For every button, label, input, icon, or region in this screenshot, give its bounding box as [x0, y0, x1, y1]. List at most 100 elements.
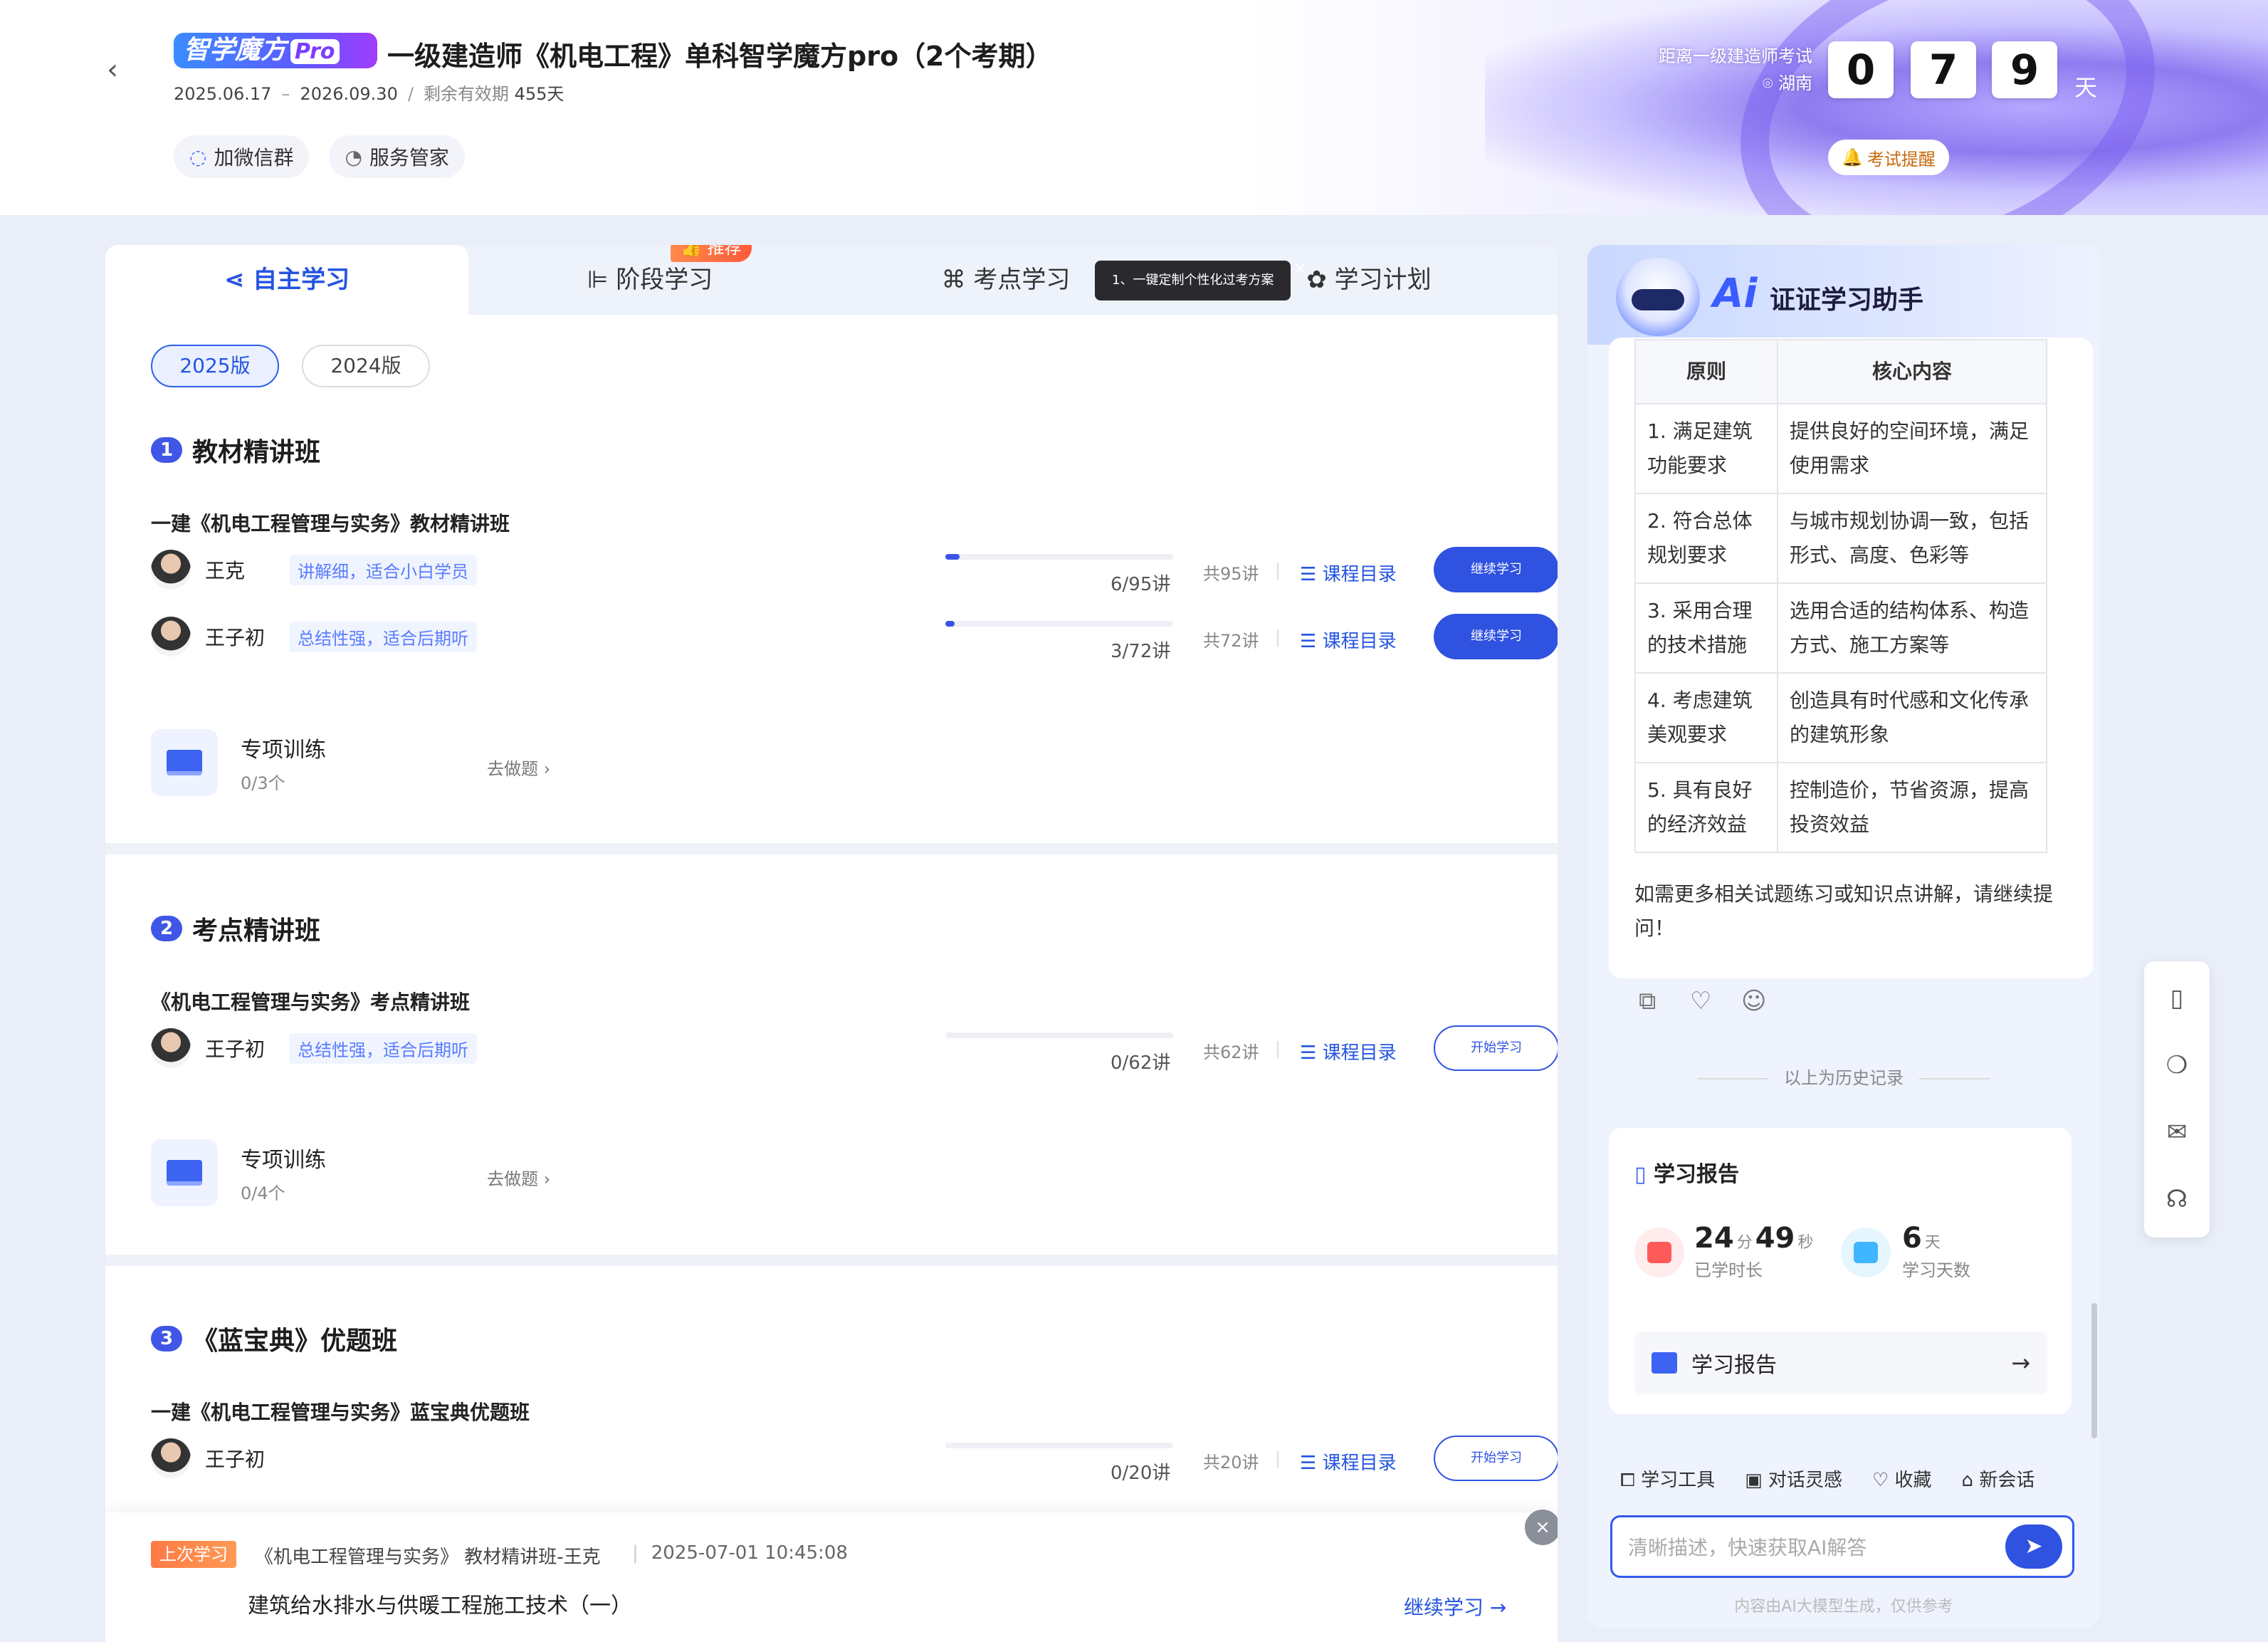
- teacher-name: 王克: [205, 559, 246, 582]
- course-catalog-link[interactable]: ☰ 课程目录: [1300, 560, 1397, 586]
- plan-icon: ✿: [1306, 266, 1327, 294]
- list-icon: ☰: [1300, 1453, 1317, 1474]
- dialog-ideas-button[interactable]: ▣ 对话灵感: [1745, 1465, 1842, 1492]
- teacher-tag: 总结性强，适合后期听: [289, 1032, 477, 1064]
- course-catalog-link[interactable]: ☰ 课程目录: [1300, 1448, 1397, 1475]
- recommend-badge: 👍 推荐: [671, 245, 752, 262]
- go-practice-link[interactable]: 去做题 ›: [487, 1165, 550, 1190]
- assistant-header: Ai 证证学习助手: [1587, 245, 2100, 345]
- support-icon[interactable]: ☊: [2161, 1183, 2193, 1215]
- history-divider: 以上为历史记录: [1587, 1064, 2100, 1089]
- laptop-icon: [151, 729, 218, 796]
- version-2024-button[interactable]: 2024版: [302, 345, 430, 387]
- tab-self-study[interactable]: ⋖ 自主学习: [105, 245, 468, 315]
- course-catalog-link[interactable]: ☰ 课程目录: [1300, 627, 1397, 653]
- avatar: [151, 1438, 191, 1478]
- study-duration-stat: 24 分 49 秒 已学时长: [1694, 1222, 1814, 1280]
- new-session-button[interactable]: ⌂ 新会话: [1962, 1465, 2035, 1492]
- section-header: 3 《蓝宝典》优题班: [151, 1320, 397, 1357]
- chat-bubble-icon: ◌: [189, 145, 207, 169]
- teacher-name: 王子初: [205, 1448, 266, 1471]
- ai-disclaimer: 内容由AI大模型生成，仅供参考: [1734, 1598, 1953, 1616]
- robot-avatar-icon: [1616, 258, 1700, 336]
- teacher-name: 王子初: [205, 1037, 266, 1061]
- document-icon: ▯: [1634, 1162, 1647, 1187]
- list-icon: ☰: [1300, 564, 1317, 585]
- special-training[interactable]: 专项训练 0/3个: [151, 729, 326, 796]
- last-study-continue-link[interactable]: 继续学习 →: [1404, 1592, 1506, 1621]
- send-icon[interactable]: ➤: [2005, 1525, 2062, 1569]
- section-header: 1 教材精讲班: [151, 432, 320, 469]
- tab-stage-study[interactable]: ⊫ 阶段学习: [468, 245, 831, 315]
- heart-icon[interactable]: ♡: [1690, 987, 1711, 1015]
- back-chevron-icon[interactable]: ‹: [107, 56, 135, 84]
- tablet-icon[interactable]: ▯: [2161, 983, 2193, 1014]
- bars-icon: ⊫: [587, 266, 609, 294]
- mail-icon[interactable]: ✉: [2161, 1117, 2193, 1148]
- teacher-tag: 总结性强，适合后期听: [289, 621, 477, 652]
- gift-icon: ⌂: [1961, 1470, 1974, 1491]
- version-2025-button[interactable]: 2025版: [151, 345, 279, 387]
- video-icon: [1634, 1228, 1684, 1277]
- start-study-button[interactable]: 开始学习: [1434, 1436, 1558, 1481]
- table-header: 核心内容: [1777, 339, 2047, 404]
- exam-reminder-button[interactable]: 🔔 考试提醒: [1828, 140, 1949, 175]
- special-training[interactable]: 专项训练 0/4个: [151, 1139, 326, 1206]
- progress-bar: [945, 554, 1173, 560]
- countdown-digit: 0: [1828, 41, 1894, 98]
- table-row: 4. 考虑建筑美观要求 创造具有时代感和文化传承的建筑形象: [1634, 672, 2047, 763]
- arrow-right-icon: →: [2011, 1349, 2030, 1376]
- start-study-button[interactable]: 开始学习: [1434, 1025, 1558, 1071]
- favorites-button[interactable]: ♡ 收藏: [1872, 1465, 1932, 1492]
- progress-bar: [945, 1032, 1173, 1038]
- teacher-row: 王克 讲解细，适合小白学员 6/95讲 共95讲 ☰ 课程目录 继续学习: [151, 547, 1558, 595]
- service-manager-button[interactable]: ◔ 服务管家: [329, 135, 465, 178]
- progress-text: 3/72讲: [1111, 641, 1171, 662]
- list-icon: ☰: [1300, 1042, 1317, 1064]
- close-icon[interactable]: ×: [1525, 1510, 1558, 1545]
- page-title: 一级建造师《机电工程》单科智学魔方pro（2个考期）: [387, 41, 1053, 72]
- share-nodes-icon: ⋖: [224, 266, 245, 294]
- avatar: [151, 1028, 191, 1068]
- chat-input[interactable]: [1628, 1532, 1998, 1563]
- progress-bar: [945, 1443, 1173, 1448]
- teacher-tag: 讲解细，适合小白学员: [289, 554, 477, 585]
- list-icon: ☰: [1300, 631, 1317, 652]
- study-days-stat: 6天 学习天数: [1902, 1222, 1970, 1280]
- answer-table: 原则 核心内容 1. 满足建筑功能要求 提供良好的空间环境，满足使用需求 2. 符合…: [1634, 339, 2047, 853]
- lecture-total: 共95讲: [1203, 564, 1259, 584]
- copy-icon[interactable]: ⧉: [1639, 987, 1656, 1015]
- avatar: [151, 550, 191, 590]
- countdown-unit: 天: [2074, 74, 2098, 101]
- study-tabs: ⋖ 自主学习 ⊫ 阶段学习 ⌘ 考点学习 ✿ 学习计划: [105, 245, 1558, 315]
- lecture-total: 共20讲: [1203, 1453, 1259, 1473]
- product-logo: 智学魔方 Pro: [174, 33, 377, 68]
- study-report-card: ▯ 学习报告 24 分 49 秒 已学时长 6天 学习天数 学习报告 →: [1609, 1128, 2072, 1414]
- table-row: 2. 符合总体规划要求 与城市规划协调一致，包括形式、高度、色彩等: [1634, 493, 2047, 584]
- course-name: 《机电工程管理与实务》考点精讲班: [151, 990, 471, 1014]
- course-catalog-link[interactable]: ☰ 课程目录: [1300, 1038, 1397, 1065]
- go-practice-link[interactable]: 去做题 ›: [487, 755, 550, 780]
- continue-study-button[interactable]: 继续学习: [1434, 614, 1558, 659]
- bell-icon: 🔔: [1842, 147, 1863, 167]
- header-links: ◌ 加微信群 ◔ 服务管家: [174, 135, 465, 178]
- table-row: 5. 具有良好的经济效益 控制造价，节省资源，提高投资效益: [1634, 762, 2047, 853]
- study-report-link[interactable]: 学习报告 →: [1634, 1332, 2047, 1394]
- heart-icon: ♡: [1871, 1470, 1889, 1491]
- continue-study-button[interactable]: 继续学习: [1434, 547, 1558, 592]
- last-study-time: | 2025-07-01 10:45:08: [632, 1542, 848, 1564]
- floating-toolbar: ▯ ❍ ✉ ☊: [2144, 961, 2210, 1238]
- command-icon: ⌘: [941, 266, 966, 294]
- study-tools-button[interactable]: ⧠ 学习工具: [1620, 1465, 1715, 1492]
- section-divider: [105, 1255, 1558, 1266]
- scrollbar[interactable]: [2091, 1303, 2097, 1438]
- page-header: ‹ 智学魔方 Pro 一级建造师《机电工程》单科智学魔方pro（2个考期） 202…: [0, 0, 2268, 215]
- tool-icon: ⧠: [1620, 1470, 1635, 1491]
- section-divider: [105, 843, 1558, 854]
- lecture-total: 共72讲: [1203, 631, 1259, 651]
- tooltip-close-icon[interactable]: ×: [1291, 261, 1308, 278]
- chat-message-card: 原则 核心内容 1. 满足建筑功能要求 提供良好的空间环境，满足使用需求 2. 符合…: [1609, 338, 2093, 978]
- comment-icon[interactable]: ☺: [1741, 987, 1766, 1015]
- wechat-icon[interactable]: ❍: [2161, 1050, 2193, 1081]
- wechat-group-button[interactable]: ◌ 加微信群: [174, 135, 310, 178]
